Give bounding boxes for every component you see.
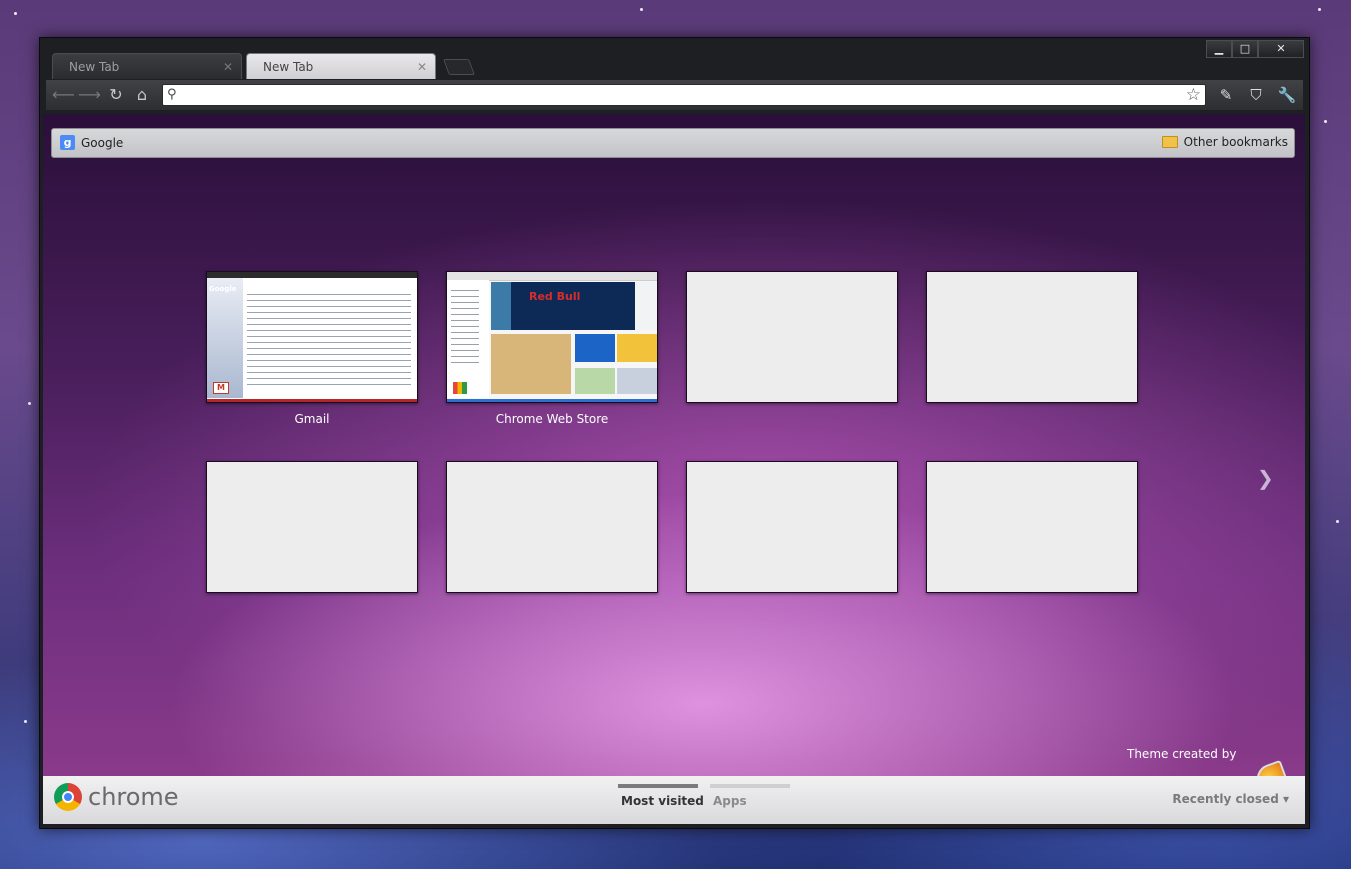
- next-page-icon[interactable]: ❯: [1257, 466, 1274, 490]
- theme-credit: Theme created by: [1127, 747, 1237, 761]
- webstore-preview: Red Bull: [447, 272, 657, 402]
- ntp-footer: chrome Most visited Apps Recently closed…: [43, 776, 1305, 824]
- search-icon: ⚲: [167, 87, 177, 102]
- gmail-preview-logo: Google: [209, 285, 237, 293]
- thumbnail-empty[interactable]: [926, 461, 1138, 593]
- omnibox-input[interactable]: [185, 86, 1169, 106]
- chrome-logo: chrome: [54, 783, 179, 811]
- thumbnail-chrome-web-store[interactable]: Red Bull: [446, 271, 658, 403]
- background-star: [1318, 8, 1321, 11]
- other-bookmarks[interactable]: Other bookmarks: [1161, 135, 1288, 149]
- thumbnail-empty[interactable]: [926, 271, 1138, 403]
- thumbnail-title-gmail[interactable]: Gmail: [206, 412, 418, 426]
- reload-icon[interactable]: ↻: [106, 85, 126, 105]
- back-arrow-icon[interactable]: ⟵: [52, 85, 75, 105]
- google-icon: g: [60, 135, 75, 150]
- webstore-preview-banner: Red Bull: [529, 290, 581, 303]
- new-tab-button[interactable]: [443, 59, 475, 75]
- pen-icon[interactable]: ✎: [1216, 85, 1236, 105]
- tab-most-visited[interactable]: Most visited: [618, 776, 704, 824]
- thumbnail-empty[interactable]: [206, 461, 418, 593]
- recently-closed-menu[interactable]: Recently closed ▾: [1172, 792, 1289, 806]
- background-star: [640, 8, 643, 11]
- thumbnail-empty[interactable]: [686, 271, 898, 403]
- chrome-icon: [54, 783, 82, 811]
- tab-label: New Tab: [69, 60, 120, 74]
- star-icon[interactable]: ☆: [1186, 85, 1201, 105]
- webstore-icon: [453, 382, 467, 394]
- thumbnail-empty[interactable]: [686, 461, 898, 593]
- gmail-icon: M: [213, 382, 229, 394]
- background-star: [14, 12, 17, 15]
- gmail-preview: Google M: [207, 272, 417, 402]
- close-window-button[interactable]: ✕: [1258, 40, 1304, 58]
- thumbnail-empty[interactable]: [446, 461, 658, 593]
- tab-label: New Tab: [263, 60, 314, 74]
- minimize-button[interactable]: ▁: [1206, 40, 1232, 58]
- thumbnail-gmail[interactable]: Google M: [206, 271, 418, 403]
- bookmark-label: Google: [81, 135, 124, 150]
- tab-apps[interactable]: Apps: [710, 776, 790, 824]
- shield-icon[interactable]: ⛉: [1246, 85, 1266, 105]
- omnibox[interactable]: ⚲ ☆: [162, 84, 1206, 106]
- background-star: [1324, 120, 1327, 123]
- window-controls: ▁ □ ✕: [1206, 40, 1304, 58]
- tab-apps-label: Apps: [713, 794, 747, 808]
- chrome-brand: chrome: [88, 783, 179, 811]
- theme-author-logo-icon[interactable]: [1252, 759, 1292, 776]
- wrench-icon[interactable]: 🔧: [1277, 85, 1297, 105]
- tab-new-tab-1[interactable]: New Tab ✕: [52, 53, 242, 79]
- tab-new-tab-2[interactable]: New Tab ✕: [246, 53, 436, 79]
- forward-arrow-icon[interactable]: ⟶: [78, 85, 101, 105]
- close-tab-icon[interactable]: ✕: [417, 54, 427, 80]
- background-star: [1336, 520, 1339, 523]
- bookmarks-bar: g Google Other bookmarks: [51, 128, 1295, 158]
- folder-icon: [1161, 136, 1178, 148]
- new-tab-page: g Google Other bookmarks Google M Gmail …: [43, 114, 1305, 776]
- background-star: [28, 402, 31, 405]
- close-tab-icon[interactable]: ✕: [223, 54, 233, 80]
- home-icon[interactable]: ⌂: [132, 85, 152, 105]
- other-bookmarks-label: Other bookmarks: [1183, 135, 1288, 149]
- tab-most-visited-label: Most visited: [621, 794, 704, 808]
- toolbar: ⟵ ⟶ ↻ ⌂ ⚲ ☆ ✎ ⛉ 🔧: [46, 80, 1303, 110]
- maximize-button[interactable]: □: [1232, 40, 1258, 58]
- background-star: [24, 720, 27, 723]
- browser-window: ▁ □ ✕ New Tab ✕ New Tab ✕ ⟵ ⟶ ↻ ⌂ ⚲ ☆ ✎ …: [39, 37, 1310, 829]
- bookmark-google[interactable]: g Google: [60, 135, 123, 150]
- thumbnail-title-chrome-web-store[interactable]: Chrome Web Store: [446, 412, 658, 426]
